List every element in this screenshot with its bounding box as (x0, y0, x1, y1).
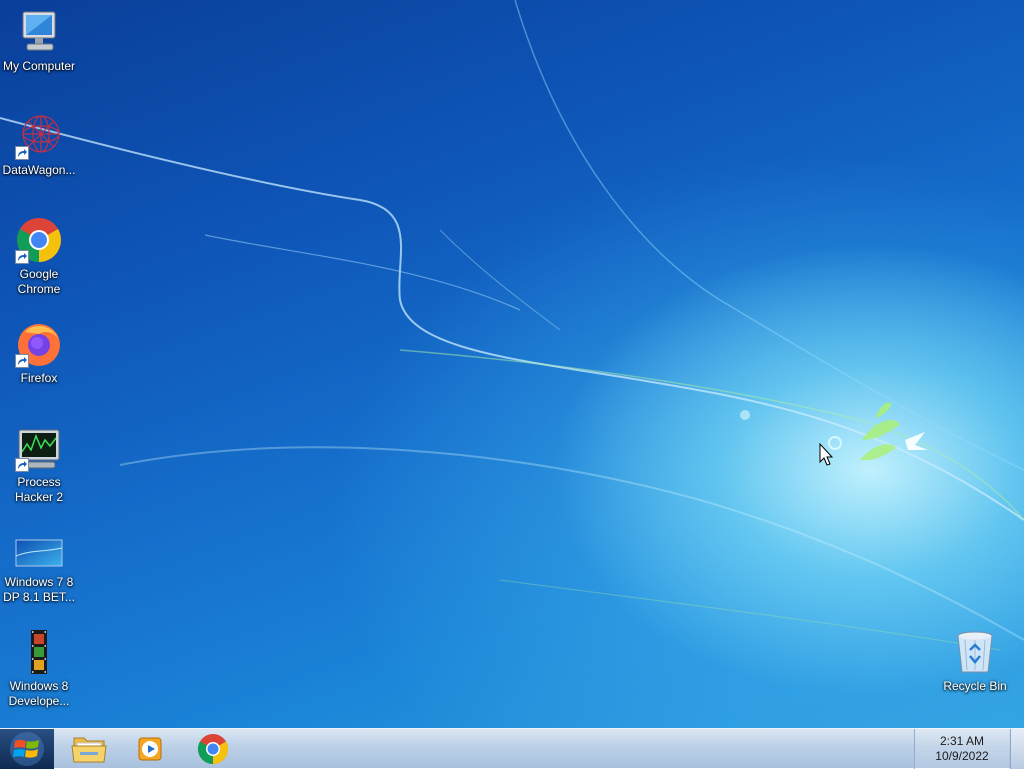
chrome-icon (197, 734, 229, 764)
desktop-icon-label: Windows 8 Develope... (8, 679, 70, 708)
datawagon-icon (15, 112, 63, 160)
firefox-icon (15, 320, 63, 368)
desktop-icon-recycle-bin[interactable]: Recycle Bin (936, 628, 1014, 694)
desktop[interactable]: My Computer DataWagon... Google Chrome F… (0, 0, 1024, 728)
film-strip-icon (15, 628, 63, 676)
desktop-icon-process-hacker-2[interactable]: Process Hacker 2 (0, 424, 78, 505)
taskbar-chrome-button[interactable] (190, 732, 236, 766)
media-player-icon (138, 737, 162, 761)
desktop-icon-label: My Computer (2, 59, 76, 73)
desktop-icon-label: Windows 7 8 DP 8.1 BET... (3, 575, 75, 604)
desktop-icon-datawagon[interactable]: DataWagon... (0, 112, 78, 178)
shortcut-arrow-icon (15, 146, 29, 160)
shortcut-arrow-icon (15, 354, 29, 368)
windows-screenshot-icon (15, 536, 63, 572)
desktop-icon-label: Google Chrome (17, 267, 61, 296)
taskbar-media-player-button[interactable] (128, 732, 174, 766)
shortcut-arrow-icon (15, 250, 29, 264)
desktop-icon-windows-7-8-dp[interactable]: Windows 7 8 DP 8.1 BET... (0, 536, 78, 605)
show-desktop-button[interactable] (1010, 729, 1024, 769)
desktop-icon-firefox[interactable]: Firefox (0, 320, 78, 386)
folder-icon (71, 737, 107, 763)
system-clock[interactable]: 2:31 AM 10/9/2022 (914, 729, 1009, 769)
taskbar-file-explorer-button[interactable] (66, 732, 112, 766)
shortcut-arrow-icon (15, 458, 29, 472)
desktop-icon-label: DataWagon... (2, 163, 76, 177)
start-button[interactable] (0, 729, 54, 769)
clock-time: 2:31 AM (939, 734, 985, 748)
desktop-icon-label: Process Hacker 2 (14, 475, 64, 504)
desktop-icon-my-computer[interactable]: My Computer (0, 8, 78, 74)
desktop-icon-google-chrome[interactable]: Google Chrome (0, 216, 78, 297)
desktop-icon-label: Firefox (20, 371, 58, 385)
recycle-bin-icon (951, 628, 999, 676)
desktop-icon-label: Recycle Bin (943, 679, 1007, 693)
clock-date: 10/9/2022 (935, 749, 989, 763)
desktop-icon-windows-8-developer[interactable]: Windows 8 Develope... (0, 628, 78, 709)
chrome-icon (15, 216, 63, 264)
wallpaper-art (0, 0, 1024, 651)
process-hacker-icon (15, 424, 63, 472)
windows-logo-icon (10, 732, 44, 766)
taskbar: 2:31 AM 10/9/2022 (0, 728, 1024, 769)
computer-icon (15, 8, 63, 56)
